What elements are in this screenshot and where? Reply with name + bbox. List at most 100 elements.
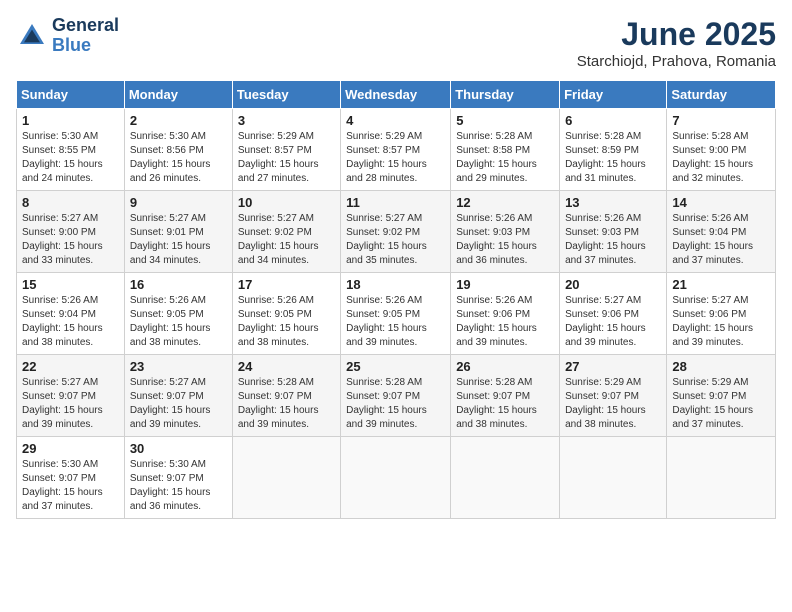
table-cell: 6 Sunrise: 5:28 AM Sunset: 8:59 PM Dayli… (560, 109, 667, 191)
day-info: Sunrise: 5:27 AM Sunset: 9:02 PM Dayligh… (346, 212, 445, 268)
day-number: 1 (22, 113, 119, 128)
day-number: 3 (238, 113, 335, 128)
day-number: 11 (346, 195, 445, 210)
day-number: 4 (346, 113, 445, 128)
header-sunday: Sunday (17, 81, 125, 109)
day-info: Sunrise: 5:27 AM Sunset: 9:07 PM Dayligh… (130, 376, 227, 432)
table-cell: 3 Sunrise: 5:29 AM Sunset: 8:57 PM Dayli… (232, 109, 340, 191)
day-number: 19 (456, 277, 554, 292)
day-number: 14 (672, 195, 770, 210)
calendar-table: Sunday Monday Tuesday Wednesday Thursday… (16, 80, 776, 519)
table-cell: 9 Sunrise: 5:27 AM Sunset: 9:01 PM Dayli… (124, 191, 232, 273)
logo-icon (16, 20, 48, 52)
day-number: 9 (130, 195, 227, 210)
table-cell: 14 Sunrise: 5:26 AM Sunset: 9:04 PM Dayl… (667, 191, 776, 273)
day-info: Sunrise: 5:26 AM Sunset: 9:04 PM Dayligh… (672, 212, 770, 268)
month-title: June 2025 (577, 16, 776, 53)
day-number: 15 (22, 277, 119, 292)
day-number: 20 (565, 277, 661, 292)
day-number: 2 (130, 113, 227, 128)
table-cell: 18 Sunrise: 5:26 AM Sunset: 9:05 PM Dayl… (341, 273, 451, 355)
day-number: 30 (130, 441, 227, 456)
header-tuesday: Tuesday (232, 81, 340, 109)
day-info: Sunrise: 5:30 AM Sunset: 8:56 PM Dayligh… (130, 130, 227, 186)
table-cell: 2 Sunrise: 5:30 AM Sunset: 8:56 PM Dayli… (124, 109, 232, 191)
logo-line2: Blue (52, 35, 91, 55)
header-friday: Friday (560, 81, 667, 109)
table-cell: 19 Sunrise: 5:26 AM Sunset: 9:06 PM Dayl… (451, 273, 560, 355)
day-number: 24 (238, 359, 335, 374)
table-cell: 17 Sunrise: 5:26 AM Sunset: 9:05 PM Dayl… (232, 273, 340, 355)
day-info: Sunrise: 5:29 AM Sunset: 8:57 PM Dayligh… (346, 130, 445, 186)
day-number: 27 (565, 359, 661, 374)
weekday-header-row: Sunday Monday Tuesday Wednesday Thursday… (17, 81, 776, 109)
day-info: Sunrise: 5:29 AM Sunset: 9:07 PM Dayligh… (565, 376, 661, 432)
day-info: Sunrise: 5:28 AM Sunset: 9:00 PM Dayligh… (672, 130, 770, 186)
title-area: June 2025 Starchiojd, Prahova, Romania (577, 16, 776, 70)
day-number: 7 (672, 113, 770, 128)
day-info: Sunrise: 5:28 AM Sunset: 9:07 PM Dayligh… (346, 376, 445, 432)
table-cell: 8 Sunrise: 5:27 AM Sunset: 9:00 PM Dayli… (17, 191, 125, 273)
day-info: Sunrise: 5:27 AM Sunset: 9:01 PM Dayligh… (130, 212, 227, 268)
table-cell: 5 Sunrise: 5:28 AM Sunset: 8:58 PM Dayli… (451, 109, 560, 191)
table-cell (232, 437, 340, 519)
day-number: 16 (130, 277, 227, 292)
table-cell: 20 Sunrise: 5:27 AM Sunset: 9:06 PM Dayl… (560, 273, 667, 355)
table-cell: 25 Sunrise: 5:28 AM Sunset: 9:07 PM Dayl… (341, 355, 451, 437)
day-number: 18 (346, 277, 445, 292)
table-cell: 15 Sunrise: 5:26 AM Sunset: 9:04 PM Dayl… (17, 273, 125, 355)
day-number: 22 (22, 359, 119, 374)
day-number: 17 (238, 277, 335, 292)
table-cell (451, 437, 560, 519)
header-saturday: Saturday (667, 81, 776, 109)
day-number: 23 (130, 359, 227, 374)
table-cell: 28 Sunrise: 5:29 AM Sunset: 9:07 PM Dayl… (667, 355, 776, 437)
day-info: Sunrise: 5:26 AM Sunset: 9:03 PM Dayligh… (456, 212, 554, 268)
day-info: Sunrise: 5:30 AM Sunset: 9:07 PM Dayligh… (22, 458, 119, 514)
day-info: Sunrise: 5:26 AM Sunset: 9:03 PM Dayligh… (565, 212, 661, 268)
location-title: Starchiojd, Prahova, Romania (577, 53, 776, 70)
header-thursday: Thursday (451, 81, 560, 109)
day-info: Sunrise: 5:26 AM Sunset: 9:05 PM Dayligh… (346, 294, 445, 350)
day-info: Sunrise: 5:30 AM Sunset: 8:55 PM Dayligh… (22, 130, 119, 186)
day-number: 10 (238, 195, 335, 210)
day-number: 25 (346, 359, 445, 374)
day-info: Sunrise: 5:27 AM Sunset: 9:02 PM Dayligh… (238, 212, 335, 268)
logo-text: General Blue (52, 16, 119, 56)
day-info: Sunrise: 5:27 AM Sunset: 9:00 PM Dayligh… (22, 212, 119, 268)
table-cell: 29 Sunrise: 5:30 AM Sunset: 9:07 PM Dayl… (17, 437, 125, 519)
day-number: 6 (565, 113, 661, 128)
day-number: 13 (565, 195, 661, 210)
table-cell: 10 Sunrise: 5:27 AM Sunset: 9:02 PM Dayl… (232, 191, 340, 273)
day-number: 5 (456, 113, 554, 128)
table-cell: 11 Sunrise: 5:27 AM Sunset: 9:02 PM Dayl… (341, 191, 451, 273)
table-cell: 30 Sunrise: 5:30 AM Sunset: 9:07 PM Dayl… (124, 437, 232, 519)
day-number: 29 (22, 441, 119, 456)
day-info: Sunrise: 5:26 AM Sunset: 9:05 PM Dayligh… (130, 294, 227, 350)
table-cell: 7 Sunrise: 5:28 AM Sunset: 9:00 PM Dayli… (667, 109, 776, 191)
table-cell: 21 Sunrise: 5:27 AM Sunset: 9:06 PM Dayl… (667, 273, 776, 355)
day-info: Sunrise: 5:26 AM Sunset: 9:04 PM Dayligh… (22, 294, 119, 350)
table-cell (560, 437, 667, 519)
day-info: Sunrise: 5:27 AM Sunset: 9:07 PM Dayligh… (22, 376, 119, 432)
day-info: Sunrise: 5:28 AM Sunset: 8:58 PM Dayligh… (456, 130, 554, 186)
table-cell (341, 437, 451, 519)
table-cell: 22 Sunrise: 5:27 AM Sunset: 9:07 PM Dayl… (17, 355, 125, 437)
day-info: Sunrise: 5:27 AM Sunset: 9:06 PM Dayligh… (672, 294, 770, 350)
header: General Blue June 2025 Starchiojd, Praho… (16, 16, 776, 70)
logo: General Blue (16, 16, 119, 56)
day-number: 28 (672, 359, 770, 374)
day-info: Sunrise: 5:27 AM Sunset: 9:06 PM Dayligh… (565, 294, 661, 350)
table-cell: 13 Sunrise: 5:26 AM Sunset: 9:03 PM Dayl… (560, 191, 667, 273)
table-cell: 16 Sunrise: 5:26 AM Sunset: 9:05 PM Dayl… (124, 273, 232, 355)
day-info: Sunrise: 5:26 AM Sunset: 9:05 PM Dayligh… (238, 294, 335, 350)
day-number: 8 (22, 195, 119, 210)
day-number: 21 (672, 277, 770, 292)
table-cell: 27 Sunrise: 5:29 AM Sunset: 9:07 PM Dayl… (560, 355, 667, 437)
day-info: Sunrise: 5:30 AM Sunset: 9:07 PM Dayligh… (130, 458, 227, 514)
day-info: Sunrise: 5:29 AM Sunset: 9:07 PM Dayligh… (672, 376, 770, 432)
day-info: Sunrise: 5:26 AM Sunset: 9:06 PM Dayligh… (456, 294, 554, 350)
day-info: Sunrise: 5:28 AM Sunset: 9:07 PM Dayligh… (238, 376, 335, 432)
table-cell (667, 437, 776, 519)
header-wednesday: Wednesday (341, 81, 451, 109)
